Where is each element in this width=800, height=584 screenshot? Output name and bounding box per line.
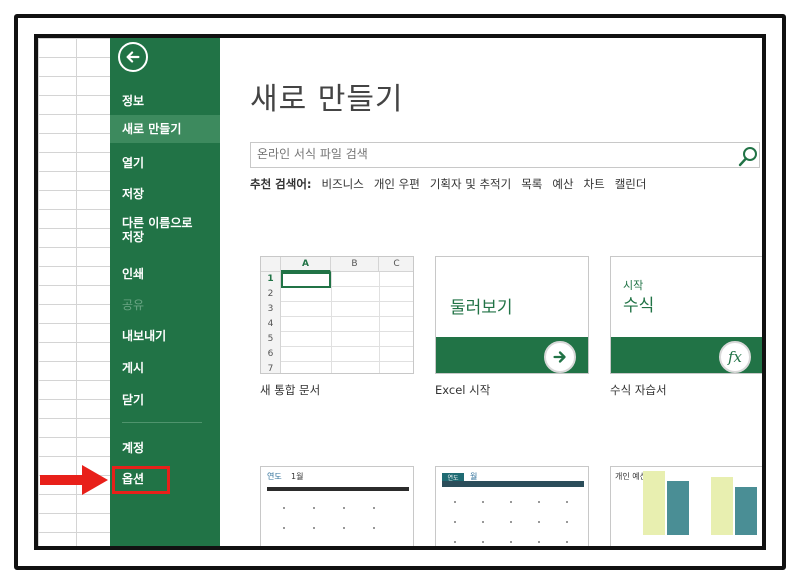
chart-bar bbox=[711, 477, 733, 535]
grid-row: 6 bbox=[261, 347, 413, 362]
template-caption: 새 통합 문서 bbox=[260, 383, 321, 397]
calendar-month-label: 1월 bbox=[291, 472, 304, 481]
grid-line bbox=[331, 272, 332, 373]
grid-row: 5 bbox=[261, 332, 413, 347]
suggested-link[interactable]: 캘린더 bbox=[615, 177, 647, 191]
suggested-searches: 추천 검색어: 비즈니스 개인 우편 기획자 및 추적기 목록 예산 차트 캘린더 bbox=[250, 176, 656, 192]
suggested-link[interactable]: 기획자 및 추적기 bbox=[430, 177, 511, 191]
backstage-main: 새로 만들기 추천 검색어: 비즈니스 개인 우편 기획자 및 추적기 목록 예산 차트 캘린… bbox=[220, 38, 762, 546]
nav-divider bbox=[122, 422, 202, 423]
row-number: 5 bbox=[261, 332, 281, 347]
search-icon[interactable] bbox=[737, 145, 759, 167]
nav-export[interactable]: 내보내기 bbox=[110, 329, 220, 343]
grid-row: 4 bbox=[261, 317, 413, 332]
grid-row: 7 bbox=[261, 362, 413, 373]
row-number: 4 bbox=[261, 317, 281, 332]
row-number: 7 bbox=[261, 362, 281, 373]
template-caption: Excel 시작 bbox=[435, 383, 491, 397]
calendar-year-label: 연도 bbox=[267, 472, 282, 481]
arrow-left-icon bbox=[126, 51, 140, 63]
calendar-header-bar bbox=[267, 487, 409, 491]
arrow-right-icon bbox=[544, 341, 576, 373]
row-number: 1 bbox=[261, 272, 281, 287]
nav-share: 공유 bbox=[122, 298, 145, 312]
suggested-link[interactable]: 예산 bbox=[552, 177, 573, 191]
suggested-link[interactable]: 개인 우편 bbox=[374, 177, 420, 191]
template-blank-workbook[interactable]: A B C 1 2 3 4 5 6 7 bbox=[260, 256, 414, 374]
fx-label: fx bbox=[727, 348, 742, 366]
template-excel-tour[interactable]: 둘러보기 bbox=[435, 256, 589, 374]
nav-info[interactable]: 정보 bbox=[110, 94, 220, 108]
nav-save[interactable]: 저장 bbox=[110, 187, 220, 201]
suggested-label: 추천 검색어: bbox=[250, 177, 312, 191]
nav-save-as[interactable]: 다른 이름으로 저장 bbox=[110, 216, 206, 244]
row-number: 2 bbox=[261, 287, 281, 302]
nav-open[interactable]: 열기 bbox=[110, 156, 220, 170]
template-monthly-calendar[interactable]: 연도 월 bbox=[435, 466, 589, 546]
back-button[interactable] bbox=[118, 42, 148, 72]
chart-bar bbox=[735, 487, 757, 535]
template-search-box[interactable] bbox=[250, 142, 760, 168]
nav-publish[interactable]: 게시 bbox=[110, 361, 220, 375]
calendar-header-bar bbox=[442, 481, 584, 487]
nav-account[interactable]: 계정 bbox=[110, 441, 220, 455]
grid-row: 3 bbox=[261, 302, 413, 317]
row-number: 3 bbox=[261, 302, 281, 317]
selected-cell bbox=[281, 272, 331, 288]
column-header: A bbox=[281, 257, 331, 272]
template-formula-tutorial[interactable]: 시작 수식 fx bbox=[610, 256, 762, 374]
chart-bar bbox=[643, 471, 665, 535]
suggested-link[interactable]: 차트 bbox=[584, 177, 605, 191]
suggested-link[interactable]: 목록 bbox=[521, 177, 542, 191]
nav-new[interactable]: 새로 만들기 bbox=[110, 115, 220, 143]
row-number: 6 bbox=[261, 347, 281, 362]
grid-corner bbox=[261, 257, 281, 272]
red-arrow-icon bbox=[40, 465, 108, 495]
tile-title: 둘러보기 bbox=[450, 298, 513, 318]
chart-bar bbox=[667, 481, 689, 535]
template-caption: 수식 자습서 bbox=[610, 383, 667, 397]
nav-close[interactable]: 닫기 bbox=[110, 393, 220, 407]
column-header: B bbox=[331, 257, 379, 272]
page-title: 새로 만들기 bbox=[250, 82, 404, 117]
fx-icon: fx bbox=[719, 341, 751, 373]
template-personal-budget[interactable]: 개인 예산 bbox=[610, 466, 762, 546]
tile-title: 수식 bbox=[623, 296, 655, 316]
excel-window: 정보 새로 만들기 열기 저장 다른 이름으로 저장 인쇄 공유 내보내기 게시… bbox=[34, 34, 766, 550]
suggested-link[interactable]: 비즈니스 bbox=[322, 177, 364, 191]
grid-line bbox=[379, 272, 380, 373]
column-header: C bbox=[379, 257, 413, 272]
options-highlight-box bbox=[112, 466, 170, 494]
nav-print[interactable]: 인쇄 bbox=[110, 267, 220, 281]
template-search-input[interactable] bbox=[257, 147, 717, 161]
grid-row: 2 bbox=[261, 287, 413, 302]
template-calendar[interactable]: 연도 1월 bbox=[260, 466, 414, 546]
